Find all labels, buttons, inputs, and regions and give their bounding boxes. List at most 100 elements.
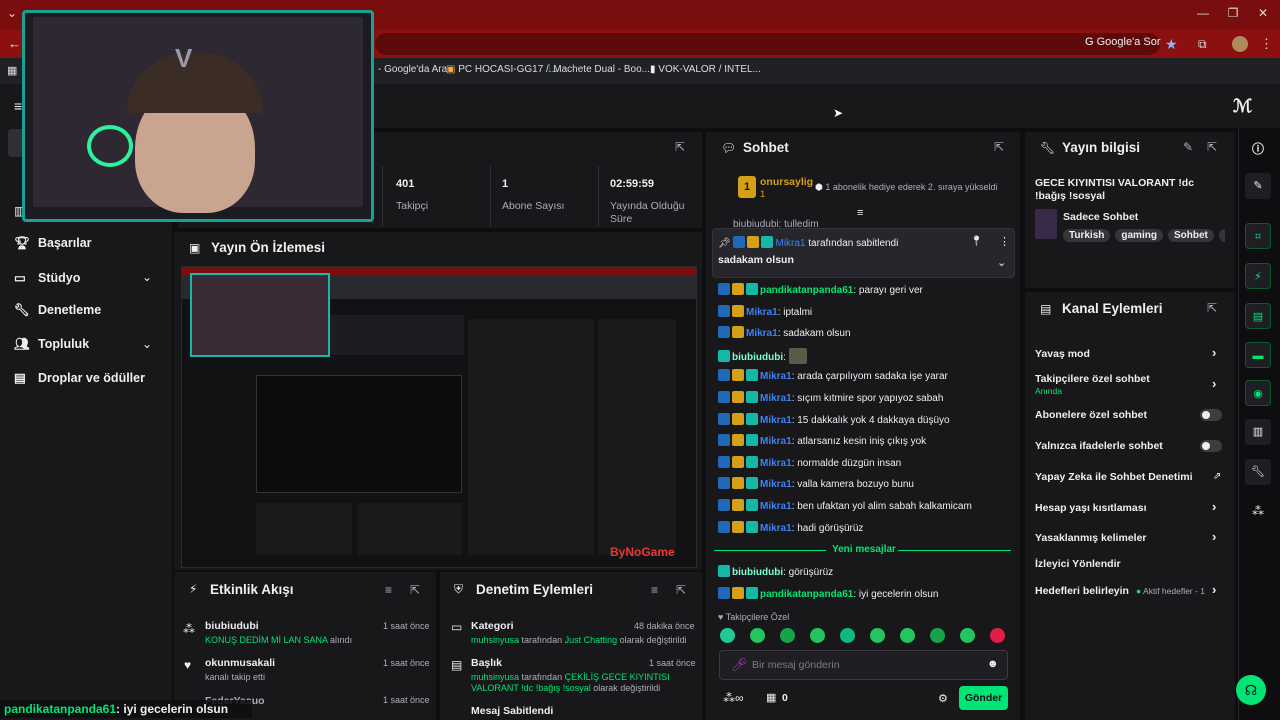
emote-icon[interactable] xyxy=(990,628,1005,643)
chat-username[interactable]: Mikra1 xyxy=(760,436,792,447)
filter-icon[interactable]: ≡ xyxy=(651,583,658,597)
clip-icon[interactable]: ⌗ xyxy=(1245,223,1271,249)
banned-words-row[interactable]: Yasaklanmış kelimeler xyxy=(1035,532,1147,544)
stream-tag[interactable]: gaming xyxy=(1115,229,1163,242)
more-options-icon[interactable]: ⋮ xyxy=(999,235,1010,248)
url-bar[interactable] xyxy=(375,33,1160,55)
bookmark-1[interactable]: - Google'da Ara xyxy=(378,64,447,75)
chevron-right-icon[interactable]: › xyxy=(1212,499,1216,514)
chevron-right-icon[interactable]: › xyxy=(1212,345,1216,360)
emote-icon[interactable] xyxy=(870,628,885,643)
emote-only-toggle[interactable] xyxy=(1200,440,1222,452)
broadcast-icon[interactable]: ◉ xyxy=(1245,380,1271,406)
settings-gear-icon[interactable]: ⚙ xyxy=(938,692,948,705)
popout-icon[interactable]: ⇱ xyxy=(1207,301,1217,315)
browser-menu-icon[interactable]: ⋮ xyxy=(1260,36,1273,52)
chat-username[interactable]: Mikra1 xyxy=(760,371,792,382)
apps-grid-icon[interactable]: ▦ xyxy=(7,64,17,77)
bookmark-star-icon[interactable]: ★ xyxy=(1165,36,1178,53)
event-user[interactable]: biubiudubi xyxy=(205,620,259,632)
chat-emote-icon[interactable] xyxy=(788,347,807,364)
sidebar-item-droplar[interactable]: ▤ Droplar ve ödüller xyxy=(14,370,145,390)
info-icon[interactable]: ⓘ xyxy=(1252,140,1264,157)
chevron-down-icon[interactable]: ⌄ xyxy=(997,256,1006,269)
chat-username[interactable]: biubiudubi xyxy=(732,352,783,363)
document-icon[interactable]: ▤ xyxy=(1245,303,1271,329)
emote-icon[interactable] xyxy=(900,628,915,643)
lightning-icon[interactable]: ⚡︎ xyxy=(1245,263,1271,289)
chevron-right-icon[interactable]: › xyxy=(1212,529,1216,544)
channel-points-icon[interactable]: ⁂∞ xyxy=(723,691,744,705)
stream-tag[interactable]: Turkish xyxy=(1063,229,1111,242)
bookmark-2[interactable]: ▣ PC HOCASI-GG17 /... xyxy=(446,64,557,75)
emote-icon[interactable] xyxy=(750,628,765,643)
chevron-down-icon[interactable]: ⌄ xyxy=(142,337,152,351)
chat-filter-icon[interactable]: ≡ xyxy=(857,207,863,219)
chat-username[interactable]: Mikra1 xyxy=(746,307,778,318)
popout-icon[interactable]: ⇱ xyxy=(676,583,686,597)
help-headset-icon[interactable]: ☊ xyxy=(1236,675,1266,705)
stream-tag[interactable]: Sohbet xyxy=(1167,229,1214,242)
hype-user[interactable]: onursaylig xyxy=(760,176,813,188)
slow-mode-row[interactable]: Yavaş mod xyxy=(1035,348,1090,360)
bookmark-3[interactable]: ⫶ Machete Dual - Boo... xyxy=(548,64,650,75)
emote-icon[interactable] xyxy=(720,628,735,643)
edit-icon[interactable]: ✎ xyxy=(1245,173,1271,199)
maximize-icon[interactable]: ❐ xyxy=(1223,6,1243,24)
unpin-icon[interactable]: 📍︎ xyxy=(970,236,983,247)
google-ask-chip[interactable]: G Google'a Sor xyxy=(1085,36,1161,52)
followers-only-row[interactable]: Takipçilere özel sohbet xyxy=(1035,373,1150,385)
pinned-by-user[interactable]: Mikra1 xyxy=(775,238,805,249)
sidebar-item-denetleme[interactable]: 🔧︎ Denetleme xyxy=(14,303,101,323)
chevron-down-icon[interactable]: ⌄ xyxy=(142,270,152,284)
profile-avatar[interactable] xyxy=(1232,36,1248,52)
subscribers-only-toggle[interactable] xyxy=(1200,409,1222,421)
chat-username[interactable]: Mikra1 xyxy=(746,328,778,339)
chat-username[interactable]: Mikra1 xyxy=(760,393,792,404)
send-button[interactable]: Gönder xyxy=(959,686,1008,710)
chat-username[interactable]: Mikra1 xyxy=(760,479,792,490)
chat-username[interactable]: Mikra1 xyxy=(760,458,792,469)
popout-icon[interactable]: ⇱ xyxy=(994,140,1004,154)
tab-menu-icon[interactable]: ⌄ xyxy=(2,6,22,24)
chat-username[interactable]: pandikatanpanda61 xyxy=(760,285,853,296)
emote-icon[interactable] xyxy=(960,628,975,643)
emote-icon[interactable] xyxy=(780,628,795,643)
emoji-icon[interactable]: ☻ xyxy=(987,658,999,670)
bookmark-4[interactable]: ▮ VOK-VALOR / INTEL... xyxy=(650,64,761,75)
emote-icon[interactable] xyxy=(840,628,855,643)
chevron-right-icon[interactable]: › xyxy=(1212,376,1216,391)
edit-pencil-icon[interactable]: ✎ xyxy=(1183,140,1193,154)
minimize-icon[interactable]: — xyxy=(1193,6,1213,24)
chat-username[interactable]: Mikra1 xyxy=(760,523,792,534)
chevron-right-icon[interactable]: › xyxy=(1212,582,1216,597)
filter-icon[interactable]: ≡ xyxy=(385,583,392,597)
sidebar-item-topluluk[interactable]: 👥︎ Topluluk xyxy=(14,337,89,357)
emote-icon[interactable] xyxy=(810,628,825,643)
mod-actor[interactable]: muhsinyusa xyxy=(471,635,519,645)
stream-preview-video[interactable]: ByNoGame xyxy=(181,266,697,568)
emote-icon[interactable] xyxy=(930,628,945,643)
store-icon[interactable]: ▦ xyxy=(766,691,776,704)
external-link-icon[interactable]: ⇗ xyxy=(1213,471,1221,482)
account-age-row[interactable]: Hesap yaşı kısıtlaması xyxy=(1035,502,1147,514)
chat-bubble-icon[interactable]: ▬ xyxy=(1245,342,1271,368)
popout-icon[interactable]: ⇱ xyxy=(1207,140,1217,154)
chat-username[interactable]: Mikra1 xyxy=(760,501,792,512)
popout-icon[interactable]: ⇱ xyxy=(410,583,420,597)
layout-icon[interactable]: ▥ xyxy=(1245,419,1271,445)
back-icon[interactable]: ← xyxy=(8,36,21,51)
extensions-puzzle-icon[interactable]: ⁂ xyxy=(1252,504,1264,518)
goals-row[interactable]: Hedefleri belirleyin xyxy=(1035,585,1129,597)
sidebar-item-studyo[interactable]: ▭ Stüdyo xyxy=(14,270,80,290)
chat-username[interactable]: pandikatanpanda61 xyxy=(760,589,853,600)
close-window-icon[interactable]: ✕ xyxy=(1253,6,1273,24)
wrench-icon[interactable]: 🔧︎ xyxy=(1245,459,1271,485)
extensions-icon[interactable]: ⧉ xyxy=(1198,37,1207,52)
event-user[interactable]: okunmusakali xyxy=(205,657,275,669)
hamburger-icon[interactable]: ≡ xyxy=(14,98,22,114)
stream-tag[interactable]: Mü xyxy=(1218,229,1225,242)
ai-moderation-row[interactable]: Yapay Zeka ile Sohbet Denetimi xyxy=(1035,471,1193,483)
popout-icon[interactable]: ⇱ xyxy=(675,140,685,154)
microphone-icon[interactable]: 🎤︎ xyxy=(731,657,748,673)
